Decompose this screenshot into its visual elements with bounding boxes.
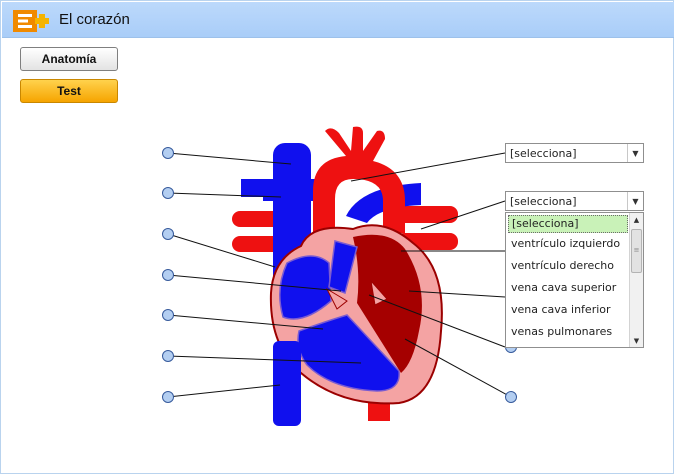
answer-select-2-value: [selecciona]	[510, 195, 577, 208]
label-dot-right-6[interactable]	[505, 391, 517, 403]
label-dot-left-1[interactable]	[162, 147, 174, 159]
inferior-vena-cava	[273, 341, 301, 426]
label-dot-left-2[interactable]	[162, 187, 174, 199]
answer-select-2[interactable]: [selecciona] ▼	[505, 191, 644, 211]
label-dot-left-6[interactable]	[162, 350, 174, 362]
chevron-down-icon[interactable]: ▼	[627, 192, 643, 210]
pulmonary-vein-upper	[396, 206, 458, 223]
label-dot-left-7[interactable]	[162, 391, 174, 403]
dropdown-scrollbar[interactable]: ▲ ≡ ▼	[629, 213, 643, 347]
scroll-up-icon[interactable]: ▲	[630, 213, 643, 226]
dropdown-option[interactable]: ventrículo izquierdo	[506, 233, 630, 255]
dropdown-option[interactable]: [selecciona]	[508, 215, 628, 233]
answer-select-1-value: [selecciona]	[510, 147, 577, 160]
label-dot-left-4[interactable]	[162, 269, 174, 281]
scroll-down-icon[interactable]: ▼	[630, 334, 643, 347]
dropdown-option[interactable]: vena cava superior	[506, 277, 630, 299]
dropdown-option[interactable]: venas pulmonares	[506, 321, 630, 343]
label-dot-left-3[interactable]	[162, 228, 174, 240]
dropdown-option[interactable]: vena cava inferior	[506, 299, 630, 321]
app-window: El corazón Anatomía Test [selecciona] ▼ …	[0, 0, 674, 474]
label-dot-left-5[interactable]	[162, 309, 174, 321]
dropdown-options: [selecciona] ventrículo izquierdo ventrí…	[506, 213, 630, 343]
scrollbar-thumb[interactable]: ≡	[631, 229, 642, 273]
dropdown-option[interactable]: ventrículo derecho	[506, 255, 630, 277]
answer-select-1[interactable]: [selecciona] ▼	[505, 143, 644, 163]
chevron-down-icon[interactable]: ▼	[627, 144, 643, 162]
answer-dropdown-list[interactable]: [selecciona] ventrículo izquierdo ventrí…	[505, 212, 644, 348]
